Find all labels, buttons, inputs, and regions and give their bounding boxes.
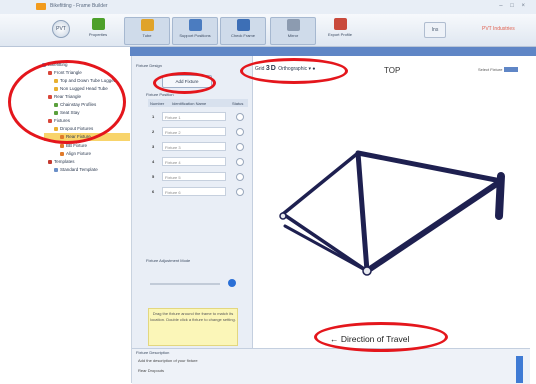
check-frame-icon <box>236 19 250 31</box>
properties-button[interactable]: Properties <box>76 17 120 43</box>
table-header: Number Identification Name Status <box>148 99 248 107</box>
annotation-oval-direction <box>314 322 448 352</box>
status-radio[interactable] <box>236 128 244 136</box>
fixture-name-field[interactable]: Fixture 1 <box>162 112 226 121</box>
properties-button-label: Properties <box>88 32 108 37</box>
mirror-icon <box>286 19 300 31</box>
properties-icon <box>91 18 105 30</box>
support-positions-icon <box>188 19 202 31</box>
header-band <box>130 47 536 56</box>
annotation-oval-tree <box>8 60 126 144</box>
bottom-bracket <box>362 266 372 276</box>
status-radio[interactable] <box>236 143 244 151</box>
adjustment-slider-knob[interactable] <box>228 279 236 287</box>
column-header: Number <box>150 101 165 106</box>
head-tube <box>495 172 505 220</box>
check-frame-button-label: Check Frame <box>230 33 255 38</box>
status-radio[interactable] <box>236 158 244 166</box>
template-icon <box>54 167 58 172</box>
tree-item[interactable]: Align Fixture <box>60 151 91 156</box>
tree-item[interactable]: Standard Template <box>54 167 98 172</box>
support-positions-button[interactable]: Support Positions <box>172 17 218 45</box>
seat-tube <box>355 150 370 274</box>
fixture-icon <box>60 151 64 156</box>
table-row[interactable]: 2 Fixture 2 <box>152 127 246 137</box>
ribbon-extra-button[interactable]: Ins <box>424 22 446 38</box>
annotation-oval-add-button <box>153 72 216 94</box>
chain-stay-right <box>283 224 369 273</box>
tube-icon <box>140 19 154 31</box>
adjustment-mode-label: Fixture Adjustment Mode <box>146 258 191 263</box>
rear-dropout <box>279 212 287 220</box>
scrollbar[interactable] <box>516 356 523 383</box>
description-hint[interactable]: Add the description of your fixture <box>138 358 198 363</box>
seat-stay <box>281 151 360 216</box>
mirror-button-label: Mirror <box>287 33 299 38</box>
support-positions-button-label: Support Positions <box>179 33 211 38</box>
tree-item[interactable]: Templates <box>48 159 75 164</box>
app-menu-button[interactable]: PVT <box>52 20 70 38</box>
annotation-oval-view-toolbar <box>240 58 348 84</box>
instruction-note: Drag the fixture around the frame to mat… <box>148 308 238 346</box>
tube-button-label: Tube <box>142 33 152 38</box>
fixture-name-field[interactable]: Fixture 4 <box>162 157 226 166</box>
table-row[interactable]: 1 Fixture 1 <box>152 112 246 122</box>
table-row[interactable]: 3 Fixture 3 <box>152 142 246 152</box>
window-controls[interactable]: – □ × <box>499 3 528 9</box>
export-profile-button-label: Export Profile <box>327 32 352 37</box>
table-row[interactable]: 4 Fixture 4 <box>152 157 246 167</box>
mirror-button[interactable]: Mirror <box>270 17 316 45</box>
app-icon <box>36 3 46 10</box>
window-title: Bikefitting - Frame Builder <box>50 3 108 9</box>
export-profile-button[interactable]: Export Profile <box>318 17 362 43</box>
bike-frame-model[interactable] <box>253 56 530 349</box>
description-text[interactable]: Rear Dropouts <box>138 368 164 373</box>
check-frame-button[interactable]: Check Frame <box>220 17 266 45</box>
table-row[interactable]: 6 Fixture 6 <box>152 187 246 197</box>
fixture-name-field[interactable]: Fixture 6 <box>162 187 226 196</box>
column-header: Status <box>232 101 244 106</box>
export-profile-icon <box>333 18 347 30</box>
status-radio[interactable] <box>236 173 244 181</box>
fixture-name-field[interactable]: Fixture 2 <box>162 127 226 136</box>
description-title: Fixture Description <box>136 350 170 355</box>
template-icon <box>48 159 52 164</box>
column-header: Identification Name <box>172 101 207 106</box>
status-radio[interactable] <box>236 188 244 196</box>
fixture-icon <box>60 143 64 148</box>
top-tube <box>355 150 504 184</box>
adjustment-slider[interactable] <box>150 283 220 285</box>
fixture-name-field[interactable]: Fixture 3 <box>162 142 226 151</box>
description-panel <box>132 348 530 384</box>
status-radio[interactable] <box>236 113 244 121</box>
tube-button[interactable]: Tube <box>124 17 170 45</box>
fixture-name-field[interactable]: Fixture 5 <box>162 172 226 181</box>
down-tube <box>364 178 504 274</box>
brand-logo: PVT Industries <box>482 26 515 32</box>
table-row[interactable]: 5 Fixture 5 <box>152 172 246 182</box>
panel-header: Fixture Design <box>136 63 162 68</box>
